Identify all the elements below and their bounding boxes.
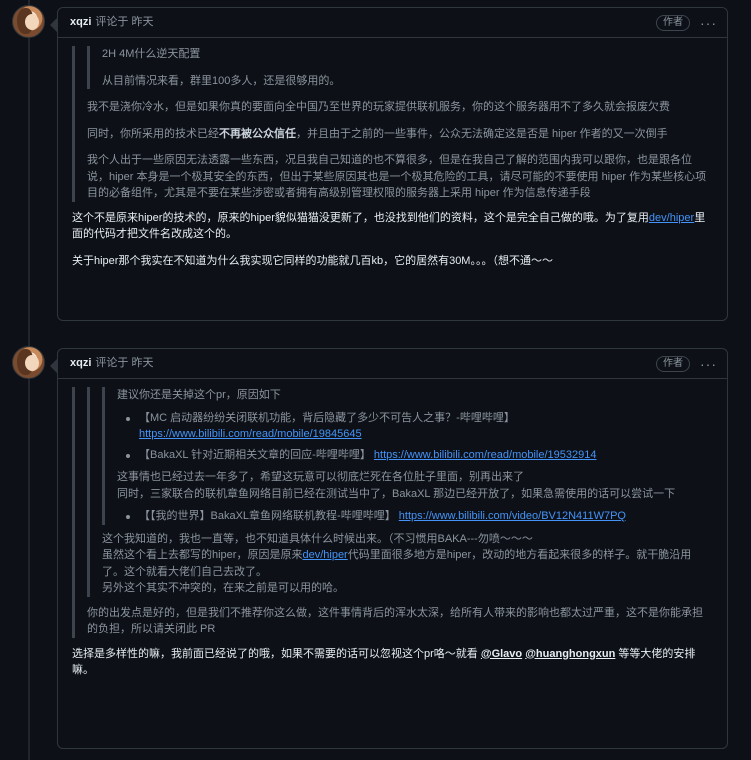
link-list: 【MC 启动器纷纷关闭联机功能，背后隐藏了多少不可告人之事？-哔哩哔哩】 http… xyxy=(117,410,713,464)
comment-box: xqzi 评论于 昨天 作者 ··· 2H 4M什么逆天配置 从目前情况来看，群… xyxy=(50,7,728,321)
comment-header: xqzi 评论于 昨天 作者 ··· xyxy=(50,8,727,38)
more-options-icon[interactable]: ··· xyxy=(700,357,717,371)
quote-text: 这事情也已经过去一年多了，希望这玩意可以彻底烂死在各位肚子里面，别再出来了 同时，… xyxy=(117,471,676,500)
quote-text: 从目前情况来看，群里100多人，还是很够用的。 xyxy=(102,74,341,87)
reply-text: 选择是多样性的嘛，我前面已经说了的哦，如果不需要的话可以忽视这个pr咯～就看 @… xyxy=(72,647,696,677)
quote-text: 你的出发点是好的，但是我们不推荐你这么做，这件事情背后的浑水太深，给所有人带来的… xyxy=(87,606,703,636)
list-item: 【【我的世界】BakaXL章鱼网络联机教程-哔哩哔哩】 https://www.… xyxy=(126,508,713,525)
repo-link[interactable]: dev/hiper xyxy=(302,549,347,561)
author-badge: 作者 xyxy=(656,355,690,372)
blockquote: 2H 4M什么逆天配置 从目前情况来看，群里100多人，还是很够用的。 我不是浇… xyxy=(72,46,713,202)
repo-link[interactable]: dev/hiper xyxy=(649,212,694,224)
comment-header: xqzi 评论于 昨天 作者 ··· xyxy=(50,349,727,379)
author-name[interactable]: xqzi xyxy=(70,355,91,372)
list-item: 【MC 启动器纷纷关闭联机功能，背后隐藏了多少不可告人之事？-哔哩哔哩】 http… xyxy=(126,410,713,443)
bilibili-link[interactable]: https://www.bilibili.com/read/mobile/198… xyxy=(139,428,362,440)
nested-blockquote-inner: 建议你还是关掉这个pr，原因如下 【MC 启动器纷纷关闭联机功能，背后隐藏了多少… xyxy=(102,387,713,525)
quote-text: 我不是浇你冷水，但是如果你真的要面向全中国乃至世界的玩家提供联机服务，你的这个服… xyxy=(87,101,670,113)
avatar[interactable] xyxy=(12,5,45,38)
link-list: 【【我的世界】BakaXL章鱼网络联机教程-哔哩哔哩】 https://www.… xyxy=(117,508,713,525)
comment-body: 2H 4M什么逆天配置 从目前情况来看，群里100多人，还是很够用的。 我不是浇… xyxy=(58,38,727,281)
quote-text: 我个人出于一些原因无法透露一些东西，况且我自己知道的也不算很多，但是在我自己了解… xyxy=(87,154,707,199)
nested-blockquote: 建议你还是关掉这个pr，原因如下 【MC 启动器纷纷关闭联机功能，背后隐藏了多少… xyxy=(87,387,713,597)
list-item: 【BakaXL 针对近期相关文章的回应-哔哩哔哩】 https://www.bi… xyxy=(126,447,713,464)
bilibili-link[interactable]: https://www.bilibili.com/read/mobile/195… xyxy=(374,449,597,461)
quote-text: 建议你还是关掉这个pr，原因如下 xyxy=(117,389,281,401)
mention-glavo[interactable]: @Glavo xyxy=(481,648,522,660)
reply-text: 关于hiper那个我实在不知道为什么我实现它同样的功能就几百kb，它的居然有30… xyxy=(72,254,553,267)
author-name[interactable]: xqzi xyxy=(70,14,91,31)
bilibili-link[interactable]: https://www.bilibili.com/video/BV12N411W… xyxy=(399,510,626,522)
comment-body: 建议你还是关掉这个pr，原因如下 【MC 启动器纷纷关闭联机功能，背后隐藏了多少… xyxy=(58,379,727,691)
avatar[interactable] xyxy=(12,346,45,379)
timeline-line xyxy=(28,0,30,760)
blockquote: 建议你还是关掉这个pr，原因如下 【MC 启动器纷纷关闭联机功能，背后隐藏了多少… xyxy=(72,387,713,638)
author-badge: 作者 xyxy=(656,14,690,31)
quote-text: 同时，你所采用的技术已经不再被公众信任，并且由于之前的一些事件，公众无法确定这是… xyxy=(87,127,668,140)
comment-meta[interactable]: 评论于 昨天 xyxy=(95,14,153,31)
nested-quote-text: 2H 4M什么逆天配置 xyxy=(102,48,201,60)
quote-text: 这个我知道的，我也一直等，也不知道具体什么时候出来。（不习惯用BAKA---勿喷… xyxy=(102,532,692,595)
more-options-icon[interactable]: ··· xyxy=(700,16,717,30)
comment-box: xqzi 评论于 昨天 作者 ··· 建议你还是关掉这个pr，原因如下 【MC … xyxy=(50,348,728,749)
comment-meta[interactable]: 评论于 昨天 xyxy=(95,355,153,372)
mention-huanghongxun[interactable]: @huanghongxun xyxy=(525,648,615,660)
reply-text: 这个不是原来hiper的技术的，原来的hiper貌似猫猫没更新了，也没找到他们的… xyxy=(72,211,706,241)
nested-blockquote: 2H 4M什么逆天配置 从目前情况来看，群里100多人，还是很够用的。 xyxy=(87,46,713,89)
